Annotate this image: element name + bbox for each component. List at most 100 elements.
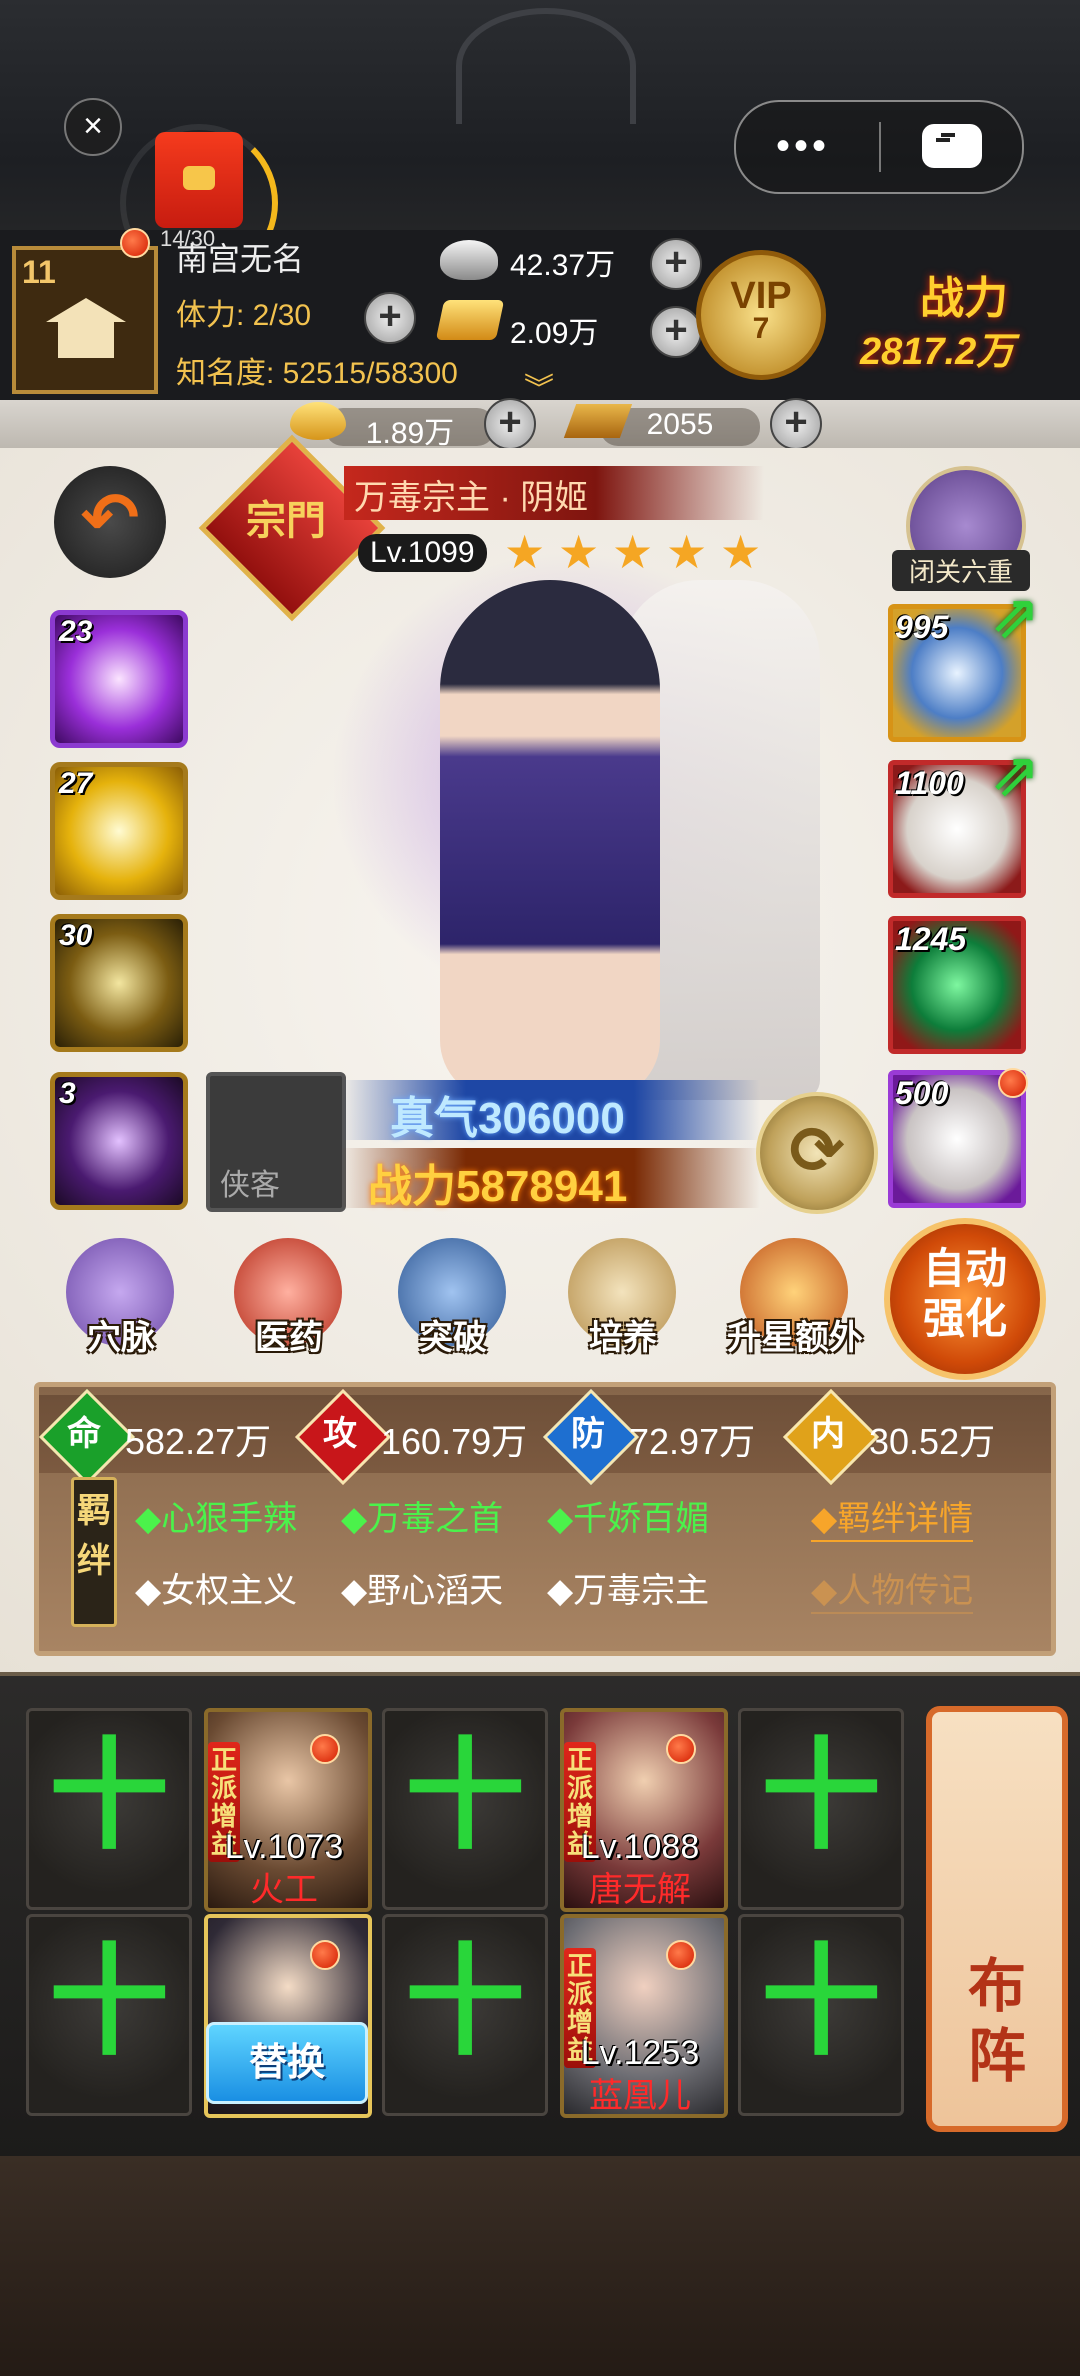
skill-level: 3 [59,1077,76,1110]
auto-enhance-label: 自动 强化 [890,1244,1040,1344]
power-value: 2817.2万 [860,331,1015,373]
auto-enhance-line-2: 强化 [922,1295,1007,1342]
gamepad-icon[interactable] [922,124,982,168]
red-envelope-icon[interactable] [155,132,243,228]
companion-slot-label: 侠客 [220,1169,280,1202]
replace-button[interactable]: 替换 [206,2022,368,2104]
add-hero-icon: 十 [761,1935,881,2069]
upgrade-arrow-icon: ⇗ [990,741,1041,808]
bond-active-2: ◆万毒之首 [341,1500,504,1538]
hero-portrait [330,520,870,1100]
add-hero-icon: 十 [761,1729,881,1863]
menu-label-meridian: 穴脉 [87,1319,155,1357]
defense-value: 72.97万 [629,1421,756,1462]
player-avatar[interactable]: 11 [12,246,158,394]
menu-label-breakthrough: 突破 [419,1319,487,1357]
bond-inactive-1: ◆女权主义 [135,1572,298,1610]
capsule-divider [879,122,881,172]
hero-slot-name: 火工 [250,1871,318,1909]
hero-notification-dot [666,1940,696,1970]
gold-value: 2.09万 [510,317,599,350]
empty-slot[interactable]: 十 [738,1914,904,2116]
fame-text: 知名度: 52515/58300 [176,357,458,390]
auto-enhance-line-1: 自动 [922,1245,1007,1292]
skill-level: 23 [59,615,93,648]
attack-icon-label: 攻 [323,1415,357,1453]
hero-slot-1[interactable]: 正派增益 Lv.1073 火工 [204,1708,372,1912]
switch-hero-button[interactable]: ⟳ [756,1092,878,1214]
qi-value: 真气306000 [390,1094,625,1143]
close-button[interactable]: × [64,98,122,156]
empty-slot[interactable]: 十 [382,1708,548,1910]
internal-value: 30.52万 [869,1421,996,1462]
roof-ornament [456,8,636,124]
combat-power-value: 战力5878941 [368,1162,628,1211]
bond-active-1: ◆心狠手辣 [135,1500,298,1538]
equipment-slot-3[interactable]: 1245 [888,916,1026,1054]
add-hero-icon: 十 [49,1935,169,2069]
star-icon: ★ [612,526,654,578]
hero-notification-dot [666,1734,696,1764]
empty-slot[interactable]: 十 [738,1708,904,1910]
upgrade-arrow-icon: ⇗ [990,583,1041,650]
skill-slot-1[interactable]: 23 [50,610,188,748]
player-name: 南宫无名 [176,241,305,277]
add-silver-button[interactable]: + [650,238,702,290]
auto-enhance-button[interactable]: 自动 强化 [884,1218,1046,1380]
menu-label-star-up: 升星额外 [727,1319,863,1357]
add-stamina-button[interactable]: + [364,292,416,344]
defense-icon-label: 防 [571,1415,605,1453]
ingot-value: 1.89万 [325,408,495,450]
equipment-level: 995 [895,609,949,645]
equipment-level: 500 [895,1075,949,1111]
hero-slot-name: 蓝凰儿 [589,2077,691,2115]
ingot-icon [290,402,346,440]
menu-label-cultivate: 培养 [589,1319,657,1357]
formation-label: 布 阵 [967,1954,1026,2089]
floor-decoration [0,2156,1080,2376]
bond-tag-char-2: 绊 [77,1542,111,1580]
sect-label: 宗門 [246,499,326,543]
hp-icon-label: 命 [67,1415,101,1453]
add-gold-button[interactable]: + [650,306,702,358]
bond-inactive-2: ◆野心滔天 [341,1572,504,1610]
bond-details-link[interactable]: ◆羁绊详情 [811,1491,974,1542]
formation-button[interactable]: 布 阵 [926,1706,1068,2132]
empty-slot[interactable]: 十 [26,1708,192,1910]
currency-bar [0,400,1080,448]
bond-tag: 羁 绊 [71,1477,117,1627]
empty-slot[interactable]: 十 [382,1914,548,2116]
skill-slot-2[interactable]: 27 [50,762,188,900]
skill-level: 30 [59,919,93,952]
silver-icon [440,240,498,280]
equipment-level: 1245 [895,921,967,957]
hero-notification-dot [310,1734,340,1764]
avatar-notification-dot [120,228,150,258]
skill-level: 27 [59,767,93,800]
temple-icon [46,298,126,358]
player-level: 11 [22,254,56,290]
attribute-panel: 命 582.27万 攻 160.79万 防 72.97万 内 30.52万 羁 … [34,1382,1056,1656]
star-icon: ★ [558,526,600,578]
biography-link[interactable]: ◆人物传记 [811,1563,974,1614]
hp-value: 582.27万 [125,1421,272,1462]
hero-slot-2[interactable]: 正派增益 Lv.1088 唐无解 [560,1708,728,1912]
skill-slot-3[interactable]: 30 [50,914,188,1052]
equipment-level: 1100 [895,765,964,801]
hero-slot-3[interactable]: 正派增益 Lv.1253 蓝凰儿 [560,1914,728,2118]
add-gold-bar-button[interactable]: + [770,398,822,450]
back-button[interactable]: ↶ [54,466,166,578]
hero-slot-current[interactable]: 替换 [204,1914,372,2118]
star-icon: ★ [720,526,762,578]
hero-level: Lv.1099 [358,534,487,572]
skill-slot-4[interactable]: 3 [50,1072,188,1210]
hero-notification-dot [310,1940,340,1970]
vip-badge[interactable]: VIP 7 [696,250,826,380]
bond-tag-char-1: 羁 [77,1492,111,1530]
add-hero-icon: 十 [49,1729,169,1863]
add-ingot-button[interactable]: + [484,398,536,450]
more-menu-button[interactable]: ••• [776,124,830,169]
empty-slot[interactable]: 十 [26,1914,192,2116]
mini-program-capsule: ••• [734,100,1024,194]
star-icon: ★ [504,526,546,578]
